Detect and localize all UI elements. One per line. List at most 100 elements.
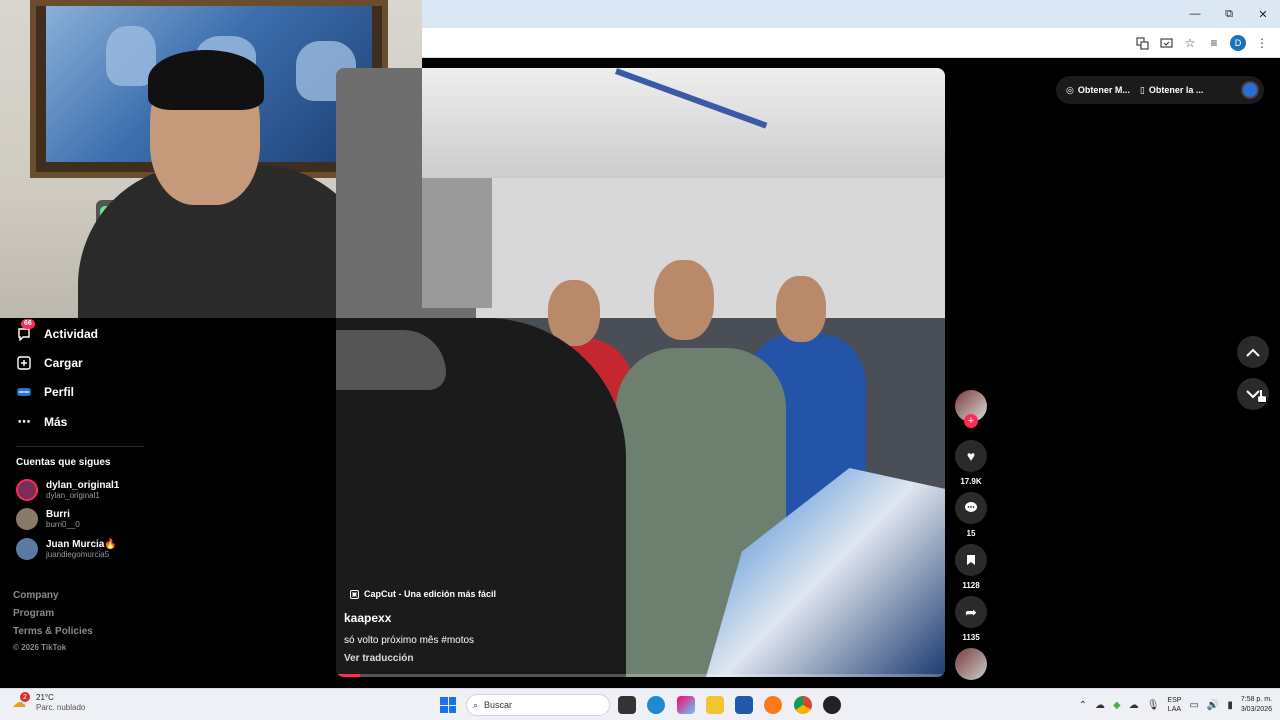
volume-icon[interactable]: 🔊 — [1207, 700, 1219, 711]
capcut-tag[interactable]: ▣ CapCut - Una edición más fácil — [350, 589, 496, 599]
chrome-icon[interactable] — [794, 696, 812, 714]
get-coins-button[interactable]: ◎ Obtener M... — [1066, 85, 1130, 96]
share-action[interactable]: ➦ 1135 — [955, 596, 987, 642]
tiktok-sidebar: 66 Actividad Cargar Perfil ⋯ Más Cuentas… — [0, 318, 336, 688]
save-count: 1128 — [962, 581, 980, 590]
footer-terms[interactable]: Terms & Policies — [13, 626, 93, 637]
minimize-button[interactable]: — — [1178, 0, 1212, 28]
get-coins-label: Obtener M... — [1077, 85, 1130, 95]
obs-icon[interactable] — [823, 696, 841, 714]
store-icon[interactable] — [735, 696, 753, 714]
nav-profile[interactable]: Perfil — [16, 384, 74, 400]
video-player[interactable]: ▣ CapCut - Una edición más fácil kaapexx… — [336, 68, 945, 677]
capcut-label: CapCut - Una edición más fácil — [364, 589, 497, 599]
next-video-button[interactable] — [1237, 378, 1269, 410]
file-explorer-icon[interactable] — [706, 696, 724, 714]
video-description: só volto próximo mês #motos — [344, 635, 475, 646]
nav-activity[interactable]: 66 Actividad — [16, 319, 99, 342]
capcut-icon: ▣ — [350, 589, 359, 599]
chevron-up-icon[interactable]: ⌃ — [1079, 700, 1087, 711]
previous-video-button[interactable] — [1237, 336, 1269, 368]
sidebar-divider — [16, 446, 144, 447]
top-right-actions: ◎ Obtener M... ▯ Obtener la ... — [1056, 76, 1264, 104]
profile-icon[interactable]: D — [1228, 33, 1248, 53]
app-tray-icon[interactable]: ◆ — [1113, 700, 1121, 711]
language-indicator[interactable]: ESP LAA — [1167, 696, 1181, 714]
nav-upload[interactable]: Cargar — [16, 355, 83, 371]
avatar — [16, 479, 38, 501]
windows-taskbar: ☁ 2 21°C Parc. nublado ⌕ Buscar ⌃ ☁ ◆ ☁ 🎙… — [0, 688, 1280, 720]
edge-icon[interactable] — [647, 696, 665, 714]
taskbar-search[interactable]: ⌕ Buscar — [466, 694, 610, 716]
weather-desc: Parc. nublado — [36, 703, 86, 712]
bookmark-icon[interactable] — [955, 544, 987, 576]
profile-avatar: D — [1230, 35, 1246, 51]
weather-temp: 21°C — [36, 693, 54, 702]
heart-icon[interactable]: ♥ — [955, 440, 987, 472]
layout-code: LAA — [1167, 706, 1182, 713]
like-action[interactable]: ♥ 17.9K — [955, 440, 987, 486]
copilot-icon[interactable] — [677, 696, 695, 714]
taskbar-clock[interactable]: 7:58 p. m. 3/03/2026 — [1241, 695, 1272, 715]
nav-more-label: Más — [44, 415, 68, 429]
battery-icon[interactable]: ▮ — [1227, 700, 1233, 711]
share-count: 1135 — [962, 633, 980, 642]
see-translation-link[interactable]: Ver traducción — [344, 653, 413, 664]
account-handle: burri0__0 — [46, 519, 80, 529]
video-scene — [422, 68, 945, 188]
account-name: Burri — [46, 508, 70, 520]
firefox-icon[interactable] — [764, 696, 782, 714]
microphone-icon[interactable]: 🎙 — [1147, 700, 1160, 711]
phone-icon: ▯ — [1139, 84, 1145, 95]
avatar — [16, 508, 38, 530]
onedrive-icon[interactable]: ☁ — [1095, 700, 1105, 711]
account-item[interactable]: Juan Murcia🔥 juandiegomurcia5 — [16, 538, 117, 560]
account-handle: dylan_original1 — [46, 490, 100, 500]
windows-start-icon[interactable] — [440, 697, 456, 713]
nav-profile-label: Perfil — [44, 385, 75, 399]
window-controls: — ⧉ ✕ — [1178, 0, 1280, 28]
footer-company[interactable]: Company — [13, 590, 59, 601]
nav-more[interactable]: ⋯ Más — [16, 414, 68, 430]
task-view-icon[interactable] — [618, 696, 636, 714]
star-icon[interactable]: ☆ — [1180, 33, 1200, 53]
weather-widget[interactable]: ☁ 2 21°C Parc. nublado — [12, 692, 86, 713]
search-placeholder: Buscar — [484, 700, 513, 710]
close-button[interactable]: ✕ — [1246, 0, 1280, 28]
footer-program[interactable]: Program — [13, 608, 54, 619]
account-item[interactable]: Burri burri0__0 — [16, 508, 80, 530]
account-name: dylan_original1 — [46, 479, 120, 491]
get-app-label: Obtener la ... — [1148, 85, 1204, 95]
streamer-hair — [148, 50, 264, 110]
comment-action[interactable]: 15 — [955, 492, 987, 538]
network-cloud-icon[interactable]: ☁ — [1129, 700, 1139, 711]
avatar — [16, 538, 38, 560]
cast-icon[interactable] — [1156, 33, 1176, 53]
nav-upload-label: Cargar — [44, 356, 83, 370]
coin-icon: ◎ — [1066, 84, 1074, 95]
account-name: Juan Murcia🔥 — [46, 538, 117, 550]
like-count: 17.9K — [960, 477, 982, 486]
footer-copyright: © 2026 TikTok — [13, 643, 67, 652]
comment-count: 15 — [966, 529, 976, 538]
video-progress-bar[interactable] — [336, 674, 945, 677]
music-disc-avatar[interactable] — [955, 648, 987, 680]
save-action[interactable]: 1128 — [955, 544, 987, 590]
user-avatar[interactable] — [1241, 81, 1259, 99]
get-app-button[interactable]: ▯ Obtener la ... — [1140, 85, 1203, 96]
media-icon[interactable]: ≡ — [1204, 33, 1224, 53]
video-username[interactable]: kaapexx — [344, 611, 391, 625]
clock-time: 7:58 p. m. — [1240, 696, 1272, 703]
follow-plus-button[interactable]: + — [964, 414, 978, 428]
restore-button[interactable]: ⧉ — [1212, 0, 1246, 28]
lang-code: ESP — [1167, 697, 1182, 704]
translate-icon[interactable] — [1132, 33, 1152, 53]
display-icon[interactable]: ▭ — [1189, 700, 1198, 711]
share-icon[interactable]: ➦ — [955, 596, 987, 628]
comment-icon[interactable] — [955, 492, 987, 524]
menu-icon[interactable]: ⋮ — [1252, 33, 1272, 53]
account-item[interactable]: dylan_original1 dylan_original1 — [16, 479, 119, 501]
search-icon: ⌕ — [473, 699, 479, 710]
more-icon: ⋯ — [17, 414, 31, 429]
nav-activity-label: Actividad — [44, 327, 99, 341]
